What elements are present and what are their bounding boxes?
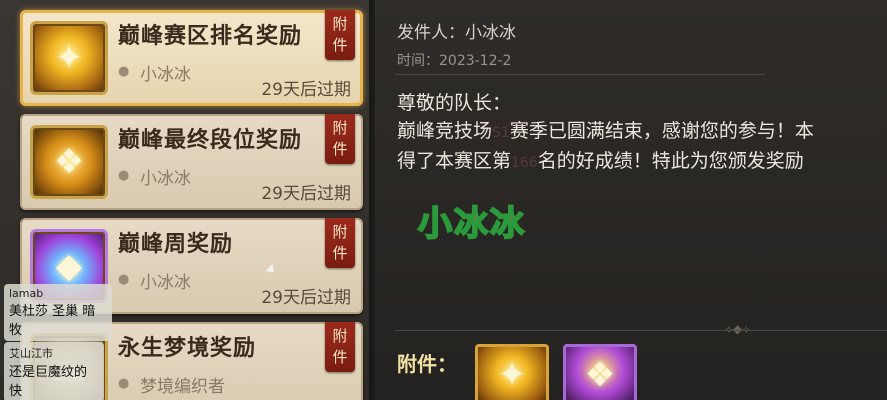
chat-username: lamab <box>9 287 44 300</box>
time-line: 时间：2023-12-2 <box>397 53 512 69</box>
chat-text: 还是巨魔纹的快 <box>9 365 88 399</box>
attachment-item-card[interactable]: ❖ <box>563 344 637 400</box>
user-icon: ● <box>118 376 130 391</box>
mail-list[interactable]: ✦ 巅峰赛区排名奖励 ● 小冰冰 29天后过期 附件 ❖ 巅峰最终段位奖励 ● … <box>0 0 372 400</box>
mail-sender: 小冰冰 <box>140 273 191 293</box>
chat-message: lamab 美杜莎 圣巢 暗牧 <box>4 284 112 341</box>
mail-title: 巅峰赛区排名奖励 <box>118 24 303 49</box>
sender-line: 发件人：小冰冰 <box>397 23 516 43</box>
mail-expire: 29天后过期 <box>261 80 351 100</box>
attachment-badge: 附件 <box>325 10 355 60</box>
mail-body-line-2: 得了本赛区第166名的好成绩！特此为您颁发奖励 <box>397 150 804 172</box>
user-icon: ● <box>118 272 130 287</box>
mail-sender: 梦境编织者 <box>140 377 225 397</box>
attachment-item-chest[interactable]: ✦ <box>475 344 549 400</box>
gold-chest-icon: ✦ <box>30 21 108 95</box>
mail-sender: 小冰冰 <box>140 169 191 189</box>
mail-sender: 小冰冰 <box>140 65 191 85</box>
streamer-watermark: 小冰冰 <box>417 203 526 245</box>
attachment-badge: 附件 <box>325 218 355 268</box>
mail-item-rank-reward[interactable]: ✦ 巅峰赛区排名奖励 ● 小冰冰 29天后过期 附件 <box>20 10 363 106</box>
chat-username: 艾山江市 <box>9 347 53 360</box>
chat-message: 艾山江市 还是巨魔纹的快 <box>4 342 104 400</box>
attachment-label: 附件： <box>397 352 457 376</box>
user-icon: ● <box>118 168 130 183</box>
mail-greeting: 尊敬的队长： <box>397 92 512 114</box>
divider <box>395 74 765 75</box>
divider <box>395 330 887 331</box>
mail-item-final-rank-reward[interactable]: ❖ 巅峰最终段位奖励 ● 小冰冰 29天后过期 附件 <box>20 114 363 210</box>
mail-body-line-1: 巅峰竞技场S1赛季已圆满结束，感谢您的参与！本 <box>397 120 814 142</box>
chat-text: 美杜莎 圣巢 暗牧 <box>9 304 96 338</box>
card-icon: ❖ <box>30 125 108 199</box>
attachment-badge: 附件 <box>325 114 355 164</box>
mail-title: 巅峰最终段位奖励 <box>118 128 303 153</box>
mail-title: 永生梦境奖励 <box>118 336 257 361</box>
mail-expire: 29天后过期 <box>261 184 351 204</box>
user-icon: ● <box>118 64 130 79</box>
mail-title: 巅峰周奖励 <box>118 232 234 257</box>
mail-expire: 29天后过期 <box>261 288 351 308</box>
attachment-badge: 附件 <box>325 322 355 372</box>
